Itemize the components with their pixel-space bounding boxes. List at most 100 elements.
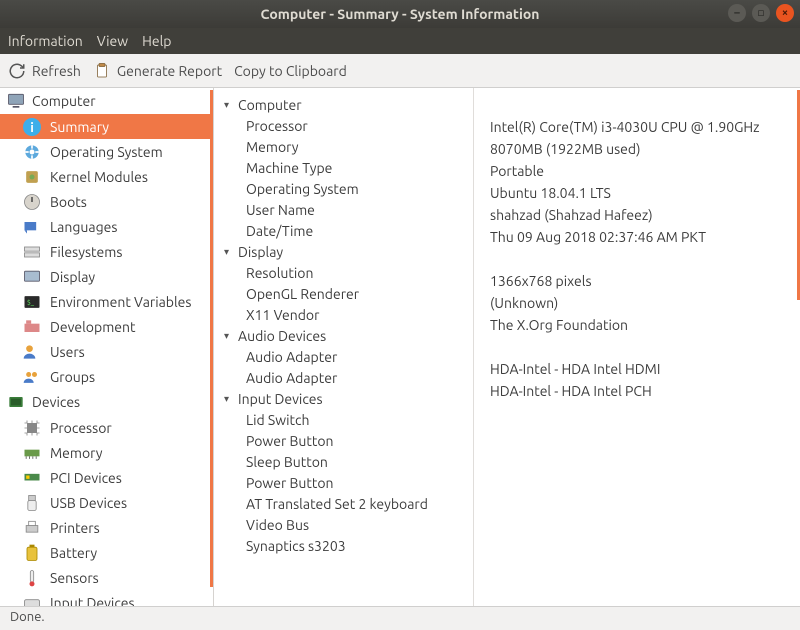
usb-icon	[22, 493, 42, 513]
sidebar-item-boots[interactable]: Boots	[0, 189, 213, 214]
sidebar-item-label: Sensors	[50, 570, 99, 586]
menu-view[interactable]: View	[97, 33, 128, 49]
users-icon	[22, 342, 42, 362]
sidebar-item-summary[interactable]: i Summary	[0, 114, 213, 139]
value-column: Intel(R) Core(TM) i3-4030U CPU @ 1.90GHz…	[474, 88, 800, 606]
summary-value	[490, 424, 800, 446]
summary-group-computer[interactable]: ▾Computer	[214, 94, 473, 115]
summary-key: Processor	[214, 115, 473, 136]
summary-key: Power Button	[214, 472, 473, 493]
input-icon	[22, 593, 42, 607]
summary-key: OpenGL Renderer	[214, 283, 473, 304]
sidebar-item-input-devices[interactable]: Input Devices	[0, 590, 213, 606]
sidebar-item-languages[interactable]: Languages	[0, 214, 213, 239]
sidebar-item-groups[interactable]: Groups	[0, 364, 213, 389]
window-title: Computer - Summary - System Information	[261, 6, 540, 22]
summary-key: Power Button	[214, 430, 473, 451]
printers-icon	[22, 518, 42, 538]
summary-key: Machine Type	[214, 157, 473, 178]
sidebar-item-label: USB Devices	[50, 495, 127, 511]
summary-value: (Unknown)	[490, 292, 800, 314]
sidebar-item-display[interactable]: Display	[0, 264, 213, 289]
sidebar-item-label: Printers	[50, 520, 100, 536]
minimize-button[interactable]: –	[728, 4, 746, 22]
sidebar-item-label: Battery	[50, 545, 97, 561]
sidebar-item-memory[interactable]: Memory	[0, 440, 213, 465]
svg-text:i: i	[30, 121, 34, 135]
env-icon: $_	[22, 292, 42, 312]
summary-group-audio-devices[interactable]: ▾ Audio Devices	[214, 325, 473, 346]
titlebar: Computer - Summary - System Information …	[0, 0, 800, 28]
refresh-button[interactable]: Refresh	[8, 62, 81, 80]
summary-value: Thu 09 Aug 2018 02:37:46 AM PKT	[490, 226, 800, 248]
sidebar-item-operating-system[interactable]: Operating System	[0, 139, 213, 164]
maximize-button[interactable]: ▫	[752, 4, 770, 22]
sidebar-group-devices[interactable]: Devices	[0, 389, 213, 415]
sidebar-item-kernel-modules[interactable]: Kernel Modules	[0, 164, 213, 189]
refresh-icon	[8, 62, 26, 80]
expand-triangle-icon: ▾	[224, 246, 234, 258]
summary-value: HDA-Intel - HDA Intel PCH	[490, 380, 800, 402]
sidebar-item-pci-devices[interactable]: PCI Devices	[0, 465, 213, 490]
sidebar-item-users[interactable]: Users	[0, 339, 213, 364]
summary-key: Audio Adapter	[214, 346, 473, 367]
summary-key: Video Bus	[214, 514, 473, 535]
summary-key: Date/Time	[214, 220, 473, 241]
sidebar-item-label: Boots	[50, 194, 87, 210]
summary-value	[490, 468, 800, 490]
sidebar-item-label: Processor	[50, 420, 112, 436]
summary-value: shahzad (Shahzad Hafeez)	[490, 204, 800, 226]
languages-icon	[22, 217, 42, 237]
sidebar[interactable]: Computer i Summary Operating System Kernel M…	[0, 88, 214, 606]
generate-report-button[interactable]: Generate Report	[93, 62, 222, 80]
summary-key: Operating System	[214, 178, 473, 199]
summary-key: Resolution	[214, 262, 473, 283]
sidebar-item-battery[interactable]: Battery	[0, 540, 213, 565]
sidebar-group-label: Computer	[32, 93, 96, 109]
summary-value: The X.Org Foundation	[490, 314, 800, 336]
os-icon	[22, 142, 42, 162]
close-button[interactable]: ×	[776, 4, 794, 22]
sidebar-item-processor[interactable]: Processor	[0, 415, 213, 440]
status-text: Done.	[10, 610, 45, 624]
sidebar-group-computer[interactable]: Computer	[0, 88, 213, 114]
boots-icon	[22, 192, 42, 212]
devices-group-icon	[6, 392, 26, 412]
summary-value	[490, 512, 800, 534]
expand-triangle-icon: ▾	[224, 393, 234, 405]
sidebar-item-printers[interactable]: Printers	[0, 515, 213, 540]
sidebar-item-label: PCI Devices	[50, 470, 122, 486]
sidebar-item-label: Operating System	[50, 144, 163, 160]
sidebar-item-sensors[interactable]: Sensors	[0, 565, 213, 590]
sidebar-group-label: Devices	[32, 394, 80, 410]
summary-value: HDA-Intel - HDA Intel HDMI	[490, 358, 800, 380]
sidebar-item-development[interactable]: Development	[0, 314, 213, 339]
sidebar-item-label: Development	[50, 319, 136, 335]
sidebar-item-label: Groups	[50, 369, 95, 385]
toolbar: Refresh Generate Report Copy to Clipboar…	[0, 54, 800, 88]
group-title: Audio Devices	[238, 328, 326, 344]
summary-group-input-devices[interactable]: ▾ Input Devices	[214, 388, 473, 409]
group-title: Input Devices	[238, 391, 323, 407]
content: Computer i Summary Operating System Kernel M…	[0, 88, 800, 606]
sidebar-item-label: Kernel Modules	[50, 169, 148, 185]
summary-key: AT Translated Set 2 keyboard	[214, 493, 473, 514]
summary-key: Audio Adapter	[214, 367, 473, 388]
summary-icon: i	[22, 117, 42, 137]
expand-triangle-icon: ▾	[224, 330, 234, 342]
sidebar-item-label: Summary	[50, 119, 109, 135]
sidebar-item-filesystems[interactable]: Filesystems	[0, 239, 213, 264]
sidebar-item-label: Users	[50, 344, 85, 360]
copy-clipboard-button[interactable]: Copy to Clipboard	[234, 63, 347, 79]
sensors-icon	[22, 568, 42, 588]
summary-value: 1366x768 pixels	[490, 270, 800, 292]
filesystems-icon	[22, 242, 42, 262]
sidebar-item-usb-devices[interactable]: USB Devices	[0, 490, 213, 515]
menu-help[interactable]: Help	[142, 33, 171, 49]
summary-key: Sleep Button	[214, 451, 473, 472]
summary-group-display[interactable]: ▾Display	[214, 241, 473, 262]
sidebar-item-environment-variables[interactable]: $_Environment Variables	[0, 289, 213, 314]
menu-information[interactable]: Information	[8, 33, 83, 49]
memory-icon	[22, 443, 42, 463]
summary-key: Synaptics s3203	[214, 535, 473, 556]
